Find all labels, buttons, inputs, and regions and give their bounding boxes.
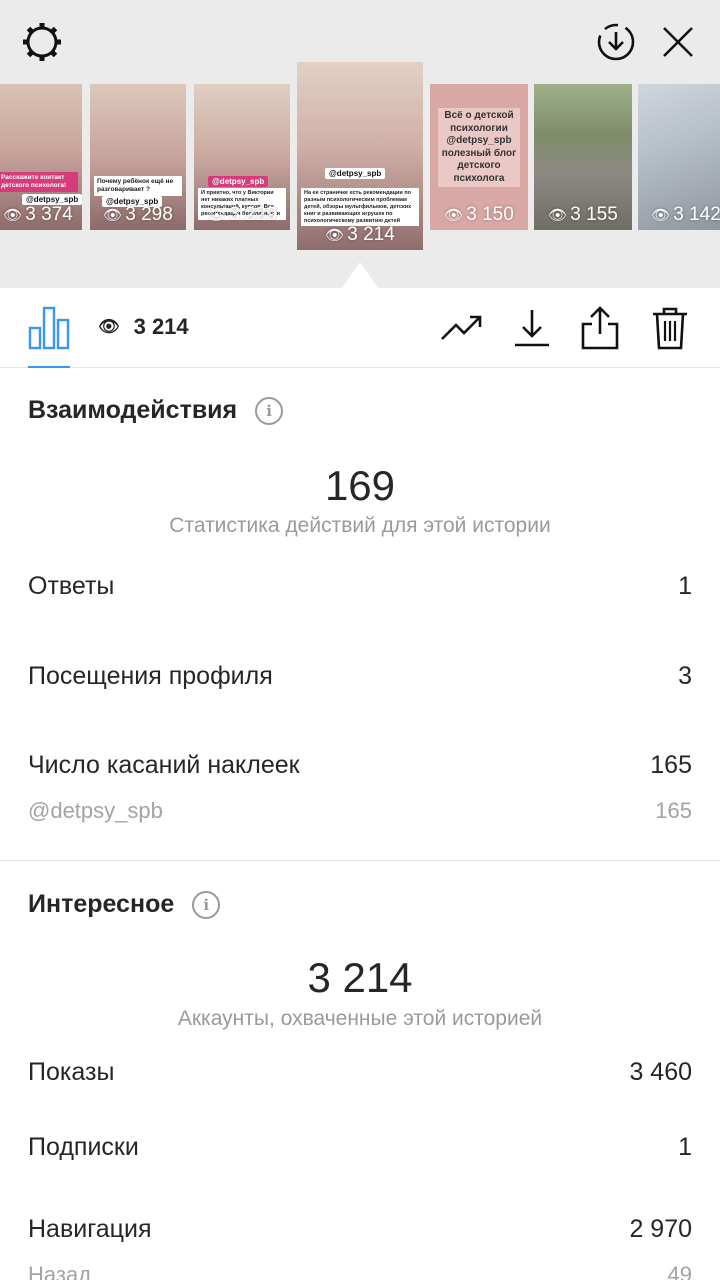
- insights-toolbar: 👁 3 214: [0, 288, 720, 368]
- stat-row-navigation: Навигация 2 970: [28, 1215, 692, 1244]
- story-thumbnail[interactable]: @detpsy_spb И приятно, что у Виктории не…: [194, 84, 290, 230]
- story-thumbnail[interactable]: 👁 3 155: [534, 84, 632, 230]
- stat-label: Посещения профиля: [28, 662, 273, 690]
- stat-label: Навигация: [28, 1215, 152, 1243]
- eye-icon: 👁: [207, 207, 227, 224]
- story-thumbnail[interactable]: Расскажите контакт детского психолога! @…: [0, 84, 82, 230]
- stat-label: Подписки: [28, 1133, 139, 1161]
- delete-button[interactable]: [646, 306, 694, 354]
- eye-icon: 👁: [444, 207, 464, 224]
- discovery-section-title: Интересное i: [28, 890, 221, 919]
- stat-value: 49: [667, 1262, 692, 1280]
- share-icon: [580, 305, 620, 355]
- thumbnail-views: 👁 3 214: [325, 224, 395, 245]
- stat-row-sticker-taps: Число касаний наклеек 165: [28, 751, 692, 780]
- interactions-total: 169: [324, 462, 396, 509]
- stat-label: @detpsy_spb: [28, 798, 163, 823]
- save-button[interactable]: [508, 306, 556, 354]
- discovery-subtitle: Аккаунты, охваченные этой историей: [177, 1007, 543, 1030]
- thumbnail-caption: Почему ребёнок ещё не разговаривает ?: [94, 176, 182, 197]
- insights-tab[interactable]: [28, 304, 70, 368]
- stat-value: 3: [678, 662, 692, 690]
- section-title-text: Интересное: [28, 890, 175, 918]
- settings-button[interactable]: [18, 18, 66, 66]
- eye-icon: 👁: [651, 207, 671, 224]
- thumbnail-views: 👁 3 298: [103, 204, 173, 225]
- stat-label: Назад: [28, 1262, 92, 1280]
- thumbnail-caption: Всё о детской психологии @detpsy_spb пол…: [438, 108, 520, 187]
- selected-pointer: [342, 262, 378, 288]
- eye-icon: 👁: [325, 227, 345, 244]
- stat-row-impressions: Показы 3 460: [28, 1058, 692, 1087]
- story-thumbnail[interactable]: Почему ребёнок ещё не разговаривает ? @d…: [90, 84, 186, 230]
- eye-icon: 👁: [3, 207, 23, 224]
- trash-icon: [651, 306, 689, 355]
- stat-value: 165: [650, 751, 692, 779]
- stat-row-replies: Ответы 1: [28, 572, 692, 601]
- stat-row-profile-visits: Посещения профиля 3: [28, 662, 692, 691]
- interactions-section-title: Взаимодействия i: [28, 396, 284, 425]
- stat-label: Показы: [28, 1058, 115, 1086]
- eye-icon: 👁: [548, 207, 568, 224]
- thumbnail-tag: @detpsy_spb: [208, 176, 269, 187]
- stat-value: 165: [655, 798, 692, 823]
- thumbnail-caption: Расскажите контакт детского психолога!: [0, 172, 78, 193]
- stat-value: 3 460: [629, 1058, 692, 1086]
- story-thumbnail-selected[interactable]: @detpsy_spb На ее страничке есть рекомен…: [297, 62, 423, 250]
- promote-button[interactable]: [438, 306, 486, 354]
- interactions-subtitle: Статистика действий для этой истории: [169, 514, 551, 537]
- save-story-button[interactable]: [592, 18, 640, 66]
- thumbnail-views: 👁 3 229: [207, 204, 277, 225]
- thumbnail-caption: На ее страничке есть рекомендации по раз…: [301, 188, 419, 227]
- story-thumbnail[interactable]: 👁 3 142: [638, 84, 720, 230]
- thumbnail-views: 👁 3 155: [548, 204, 618, 225]
- stat-value: 1: [678, 1133, 692, 1161]
- stat-value: 1: [678, 572, 692, 600]
- eye-icon: 👁: [103, 207, 123, 224]
- stat-row-sticker-mention[interactable]: @detpsy_spb 165: [28, 798, 692, 824]
- story-thumbnails: Расскажите контакт детского психолога! @…: [0, 62, 720, 262]
- views-count: 👁 3 214: [98, 314, 189, 339]
- close-button[interactable]: [654, 18, 702, 66]
- thumbnail-views: 👁 3 150: [444, 204, 514, 225]
- stat-row-follows: Подписки 1: [28, 1133, 692, 1162]
- download-icon: [512, 308, 552, 353]
- download-circle-icon: [595, 21, 637, 63]
- stat-label: Число касаний наклеек: [28, 751, 300, 779]
- trend-up-icon: [440, 313, 484, 348]
- thumbnail-views: 👁 3 374: [3, 204, 73, 225]
- story-strip-area: Расскажите контакт детского психолога! @…: [0, 0, 720, 288]
- close-icon: [660, 24, 696, 60]
- story-thumbnail[interactable]: Всё о детской психологии @detpsy_spb пол…: [430, 84, 528, 230]
- thumbnail-views: 👁 3 142: [651, 204, 720, 225]
- eye-icon: 👁: [98, 317, 120, 336]
- stat-row-back: Назад 49: [28, 1262, 692, 1280]
- info-icon[interactable]: i: [255, 396, 284, 425]
- stat-value: 2 970: [629, 1215, 692, 1243]
- thumbnail-tag: @detpsy_spb: [325, 168, 386, 179]
- share-button[interactable]: [576, 305, 624, 355]
- stat-label: Ответы: [28, 572, 115, 600]
- section-title-text: Взаимодействия: [28, 396, 238, 424]
- info-icon[interactable]: i: [192, 890, 221, 919]
- section-divider: [0, 860, 720, 861]
- discovery-total: 3 214: [307, 954, 413, 1001]
- settings-ring-icon: [20, 20, 64, 64]
- bar-chart-icon: [28, 306, 70, 354]
